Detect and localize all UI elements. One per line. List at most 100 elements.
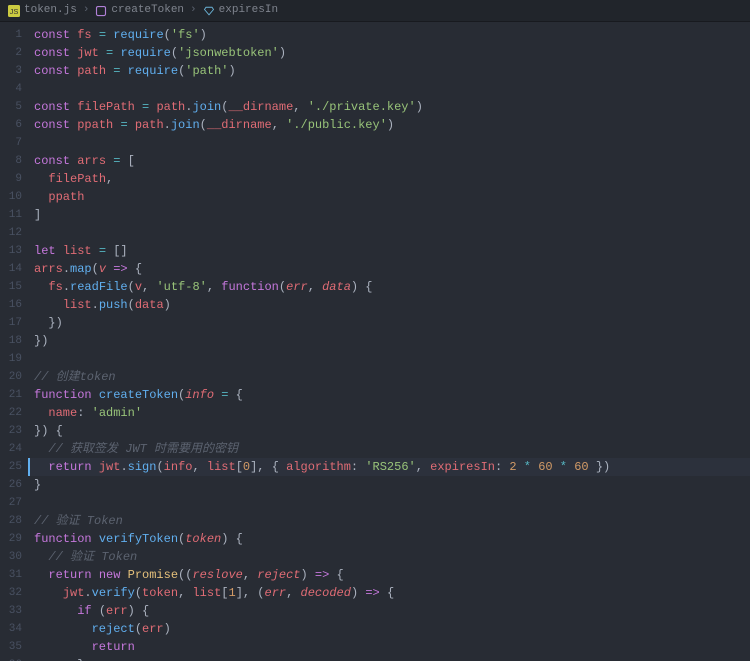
line-number[interactable]: 29 — [0, 530, 22, 548]
code-line[interactable]: const filePath = path.join(__dirname, '.… — [28, 98, 750, 116]
line-number[interactable]: 8 — [0, 152, 22, 170]
code-line[interactable]: // 获取签发 JWT 时需要用的密钥 — [28, 440, 750, 458]
code-line[interactable]: // 验证 Token — [28, 548, 750, 566]
line-number[interactable]: 17 — [0, 314, 22, 332]
line-number[interactable]: 25 — [0, 458, 22, 476]
token-kw: => — [365, 586, 379, 600]
token-kw: const — [34, 118, 77, 132]
line-number[interactable]: 33 — [0, 602, 22, 620]
code-line[interactable]: const fs = require('fs') — [28, 26, 750, 44]
code-line[interactable]: }) — [28, 332, 750, 350]
code-line[interactable]: ppath — [28, 188, 750, 206]
breadcrumb-file[interactable]: JS token.js — [8, 2, 77, 19]
token-var: arrs — [34, 262, 63, 276]
line-number[interactable]: 34 — [0, 620, 22, 638]
line-number[interactable]: 16 — [0, 296, 22, 314]
code-line[interactable]: const jwt = require('jsonwebtoken') — [28, 44, 750, 62]
line-number[interactable]: 22 — [0, 404, 22, 422]
code-line[interactable] — [28, 134, 750, 152]
code-line[interactable]: let list = [] — [28, 242, 750, 260]
code-line[interactable]: // 验证 Token — [28, 512, 750, 530]
code-line[interactable] — [28, 350, 750, 368]
line-number[interactable]: 13 — [0, 242, 22, 260]
code-line[interactable]: filePath, — [28, 170, 750, 188]
code-line[interactable]: name: 'admin' — [28, 404, 750, 422]
code-line[interactable]: return jwt.sign(info, list[0], { algorit… — [28, 458, 750, 476]
token-pn: ) — [416, 100, 423, 114]
code-line[interactable]: function createToken(info = { — [28, 386, 750, 404]
line-number[interactable]: 26 — [0, 476, 22, 494]
line-number[interactable]: 4 — [0, 80, 22, 98]
line-number[interactable]: 30 — [0, 548, 22, 566]
token-fn: push — [99, 298, 128, 312]
code-line[interactable]: const arrs = [ — [28, 152, 750, 170]
breadcrumb[interactable]: JS token.js › createToken › expiresIn — [0, 0, 750, 22]
code-line[interactable] — [28, 224, 750, 242]
token-pn: { — [228, 388, 242, 402]
token-fn: require — [113, 28, 163, 42]
token-pn: }) { — [34, 424, 63, 438]
code-line[interactable] — [28, 494, 750, 512]
line-number[interactable]: 15 — [0, 278, 22, 296]
token-pn: ( — [279, 280, 286, 294]
code-line[interactable]: }) { — [28, 422, 750, 440]
line-number[interactable]: 27 — [0, 494, 22, 512]
line-number[interactable]: 6 — [0, 116, 22, 134]
breadcrumb-function[interactable]: createToken — [95, 2, 184, 19]
line-number[interactable]: 28 — [0, 512, 22, 530]
line-number[interactable]: 3 — [0, 62, 22, 80]
code-line[interactable]: }) — [28, 314, 750, 332]
line-number[interactable]: 20 — [0, 368, 22, 386]
token-pn: } — [34, 478, 41, 492]
code-line[interactable] — [28, 80, 750, 98]
breadcrumb-member[interactable]: expiresIn — [203, 2, 278, 19]
token-var: list — [192, 586, 221, 600]
token-st: 'admin' — [92, 406, 142, 420]
line-number[interactable]: 18 — [0, 332, 22, 350]
code-line[interactable]: // 创建token — [28, 368, 750, 386]
line-number[interactable]: 36 — [0, 656, 22, 661]
token-cm: // 创建token — [34, 370, 116, 384]
line-number[interactable]: 14 — [0, 260, 22, 278]
code-editor[interactable]: const fs = require('fs')const jwt = requ… — [28, 22, 750, 661]
code-line[interactable]: fs.readFile(v, 'utf-8', function(err, da… — [28, 278, 750, 296]
token-argr: decoded — [301, 586, 351, 600]
token-fn: readFile — [70, 280, 128, 294]
code-line[interactable]: const path = require('path') — [28, 62, 750, 80]
line-number[interactable]: 21 — [0, 386, 22, 404]
line-number[interactable]: 24 — [0, 440, 22, 458]
line-number[interactable]: 31 — [0, 566, 22, 584]
line-number[interactable]: 7 — [0, 134, 22, 152]
code-line[interactable]: arrs.map(v => { — [28, 260, 750, 278]
line-number[interactable]: 1 — [0, 26, 22, 44]
token-kw: return new — [48, 568, 127, 582]
code-line[interactable]: function verifyToken(token) { — [28, 530, 750, 548]
code-line[interactable]: reject(err) — [28, 620, 750, 638]
token-pn: : — [77, 406, 91, 420]
code-line[interactable]: } — [28, 476, 750, 494]
code-line[interactable]: return new Promise((reslove, reject) => … — [28, 566, 750, 584]
line-number[interactable]: 12 — [0, 224, 22, 242]
line-number[interactable]: 23 — [0, 422, 22, 440]
line-number[interactable]: 19 — [0, 350, 22, 368]
token-pn — [589, 460, 596, 474]
line-number[interactable]: 2 — [0, 44, 22, 62]
line-number[interactable]: 32 — [0, 584, 22, 602]
code-line[interactable]: ] — [28, 206, 750, 224]
line-number[interactable]: 10 — [0, 188, 22, 206]
code-line[interactable]: list.push(data) — [28, 296, 750, 314]
code-line[interactable]: if (err) { — [28, 602, 750, 620]
code-line[interactable]: } — [28, 656, 750, 661]
line-number[interactable]: 5 — [0, 98, 22, 116]
line-number[interactable]: 9 — [0, 170, 22, 188]
token-kw: => — [113, 262, 127, 276]
token-pn — [517, 460, 524, 474]
line-number[interactable]: 11 — [0, 206, 22, 224]
code-line[interactable]: const ppath = path.join(__dirname, './pu… — [28, 116, 750, 134]
line-gutter[interactable]: 1234567891011121314151617181920212223242… — [0, 22, 28, 661]
token-pn — [120, 64, 127, 78]
code-line[interactable]: jwt.verify(token, list[1], (err, decoded… — [28, 584, 750, 602]
line-number[interactable]: 35 — [0, 638, 22, 656]
token-var: list — [207, 460, 236, 474]
code-line[interactable]: return — [28, 638, 750, 656]
